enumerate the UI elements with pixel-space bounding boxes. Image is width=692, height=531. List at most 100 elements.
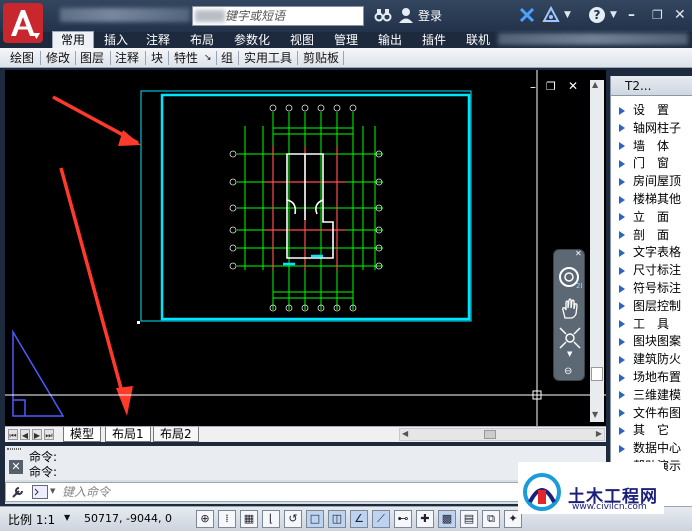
object-snap-button[interactable]: □ — [306, 510, 324, 528]
palette-item[interactable]: 图块图案 — [619, 333, 692, 350]
scale-dropdown-icon[interactable]: ▼ — [64, 513, 70, 522]
panel-block[interactable]: 块 — [151, 50, 163, 66]
zoom-dropdown-icon[interactable]: ▼ — [567, 350, 572, 358]
palette-item[interactable]: 轴网柱子 — [619, 120, 692, 137]
panel-properties[interactable]: 特性 — [174, 50, 198, 66]
panel-clipboard[interactable]: 剪贴板 — [303, 50, 339, 66]
vertical-scrollbar[interactable]: ▲ ▼ — [590, 80, 604, 422]
prev-tab-icon[interactable]: ◀ — [20, 429, 30, 440]
horizontal-scrollbar[interactable]: ◀ ▶ — [399, 428, 605, 441]
palette-item[interactable]: 剖 面 — [619, 227, 692, 244]
minimize-icon[interactable]: – — [628, 6, 635, 24]
command-close-icon[interactable]: ✕ — [9, 460, 23, 474]
scroll-thumb[interactable] — [591, 367, 603, 381]
palette-item[interactable]: 三维建模 — [619, 387, 692, 404]
palette-item[interactable]: 文字表格 — [619, 244, 692, 261]
first-tab-icon[interactable]: ⏮ — [8, 429, 18, 440]
tab-layout2[interactable]: 布局2 — [153, 427, 199, 442]
command-grip-icon[interactable] — [7, 448, 21, 450]
object-snap-tracking-button[interactable]: ∠ — [350, 510, 368, 528]
tab-output[interactable]: 输出 — [378, 32, 402, 48]
pan-hand-icon[interactable] — [559, 298, 581, 320]
selection-cycling-button[interactable]: ⧉ — [482, 510, 500, 528]
palette-item[interactable]: 建筑防火 — [619, 351, 692, 368]
search-box[interactable] — [192, 6, 553, 29]
app-logo-icon[interactable] — [3, 3, 43, 43]
palette-item[interactable]: 工 具 — [619, 316, 692, 333]
panel-layers[interactable]: 图层 — [80, 50, 104, 66]
properties-expand-icon[interactable]: ↘ — [204, 50, 212, 66]
palette-item[interactable]: 符号标注 — [619, 280, 692, 297]
binoculars-icon[interactable] — [374, 6, 392, 24]
help-dropdown-icon[interactable]: ▼ — [610, 6, 617, 24]
maximize-icon[interactable]: ❐ — [652, 6, 663, 24]
lineweight-button[interactable]: ✚ — [416, 510, 434, 528]
navbar-options-icon[interactable]: ⊖ — [564, 366, 572, 377]
tab-annotate[interactable]: 注释 — [146, 32, 170, 48]
palette-item[interactable]: 设 置 — [619, 102, 692, 119]
hscroll-thumb[interactable] — [484, 430, 496, 439]
dynamic-input-button[interactable]: ⊷ — [394, 510, 412, 528]
palette-item[interactable]: 数据中心 — [619, 440, 692, 457]
customize-wrench-icon[interactable] — [10, 484, 26, 500]
palette-item[interactable]: 房间屋顶 — [619, 173, 692, 190]
panel-draw[interactable]: 绘图 — [10, 50, 34, 66]
scroll-up-icon[interactable]: ▲ — [592, 80, 598, 89]
navbar-close-icon[interactable]: ✕ — [575, 249, 582, 258]
tab-plugins[interactable]: 插件 — [422, 32, 446, 48]
coordinate-readout[interactable]: 50717, -9044, 0 — [84, 512, 172, 525]
tab-model[interactable]: 模型 — [63, 427, 102, 442]
scroll-right-icon[interactable]: ▶ — [596, 429, 602, 438]
command-input[interactable] — [62, 485, 462, 499]
3d-object-snap-button[interactable]: ◫ — [328, 510, 346, 528]
grip-point[interactable] — [137, 321, 140, 324]
scroll-down-icon[interactable]: ▼ — [592, 410, 598, 419]
search-input[interactable] — [225, 8, 335, 24]
recent-commands-icon[interactable]: ▼ — [50, 487, 55, 495]
minimize-viewport-icon[interactable]: – — [530, 80, 536, 94]
tab-parametric[interactable]: 参数化 — [234, 32, 270, 48]
panel-annotation[interactable]: 注释 — [115, 50, 139, 66]
tab-layout[interactable]: 布局 — [190, 32, 214, 48]
palette-item[interactable]: 楼梯其他 — [619, 191, 692, 208]
dynamic-ucs-button[interactable]: ⟋ — [372, 510, 390, 528]
palette-item[interactable]: 门 窗 — [619, 155, 692, 172]
close-viewport-icon[interactable]: ✕ — [568, 79, 578, 93]
a360-icon[interactable] — [542, 6, 560, 24]
palette-item[interactable]: 尺寸标注 — [619, 262, 692, 279]
palette-item[interactable]: 文件布图 — [619, 405, 692, 422]
palette-item[interactable]: 其 它 — [619, 422, 692, 439]
tab-insert[interactable]: 插入 — [104, 32, 128, 48]
tab-online[interactable]: 联机 — [466, 32, 490, 48]
grid-display-button[interactable]: ▦ — [240, 510, 258, 528]
exchange-icon[interactable] — [518, 6, 536, 24]
snap-mode-button[interactable]: ⁞ — [218, 510, 236, 528]
login-link[interactable]: 登录 — [418, 7, 442, 24]
panel-utilities[interactable]: 实用工具 — [244, 50, 292, 66]
chevron-down-icon[interactable]: ▼ — [564, 6, 571, 24]
drawing-canvas[interactable] — [5, 70, 606, 426]
steering-wheel-icon[interactable]: 2D — [558, 266, 582, 290]
ortho-mode-button[interactable]: ⌊ — [262, 510, 280, 528]
user-icon[interactable] — [398, 6, 414, 24]
palette-item[interactable]: 场地布置 — [619, 369, 692, 386]
zoom-extents-icon[interactable] — [558, 326, 582, 350]
palette-item[interactable]: 立 面 — [619, 209, 692, 226]
next-tab-icon[interactable]: ▶ — [32, 429, 42, 440]
close-icon[interactable]: ✕ — [674, 6, 686, 24]
polar-tracking-button[interactable]: ↺ — [284, 510, 302, 528]
palette-item[interactable]: 墙 体 — [619, 138, 692, 155]
quick-properties-button[interactable]: ▤ — [460, 510, 478, 528]
panel-group[interactable]: 组 — [221, 50, 233, 66]
scroll-left-icon[interactable]: ◀ — [402, 429, 408, 438]
tab-manage[interactable]: 管理 — [334, 32, 358, 48]
last-tab-icon[interactable]: ⏭ — [44, 429, 54, 440]
transparency-button[interactable]: ▩ — [438, 510, 456, 528]
help-icon[interactable]: ? — [588, 6, 606, 24]
command-prompt-icon[interactable] — [32, 485, 48, 499]
infer-constraints-button[interactable]: ⊕ — [196, 510, 214, 528]
tab-layout1[interactable]: 布局1 — [105, 427, 151, 442]
restore-viewport-icon[interactable]: ❐ — [546, 80, 556, 93]
panel-modify[interactable]: 修改 — [46, 50, 70, 66]
tab-home[interactable]: 常用 — [52, 31, 95, 48]
